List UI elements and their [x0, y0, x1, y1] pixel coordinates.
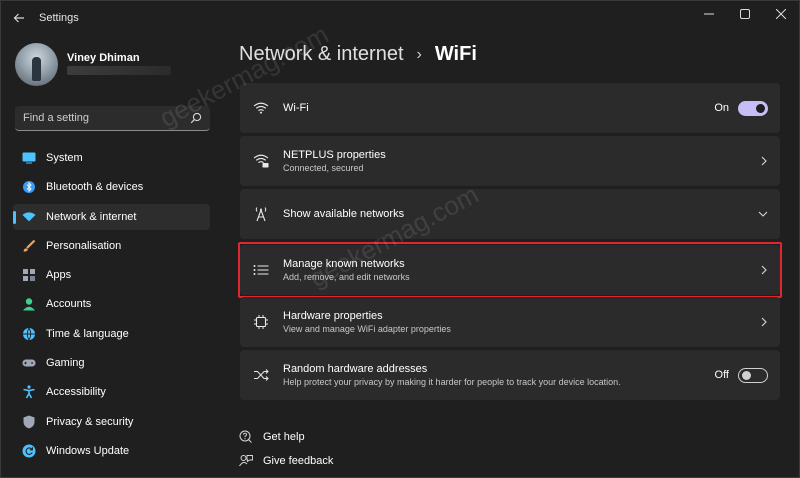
- profile-name: Viney Dhiman: [67, 51, 140, 64]
- wifi-toggle[interactable]: [738, 100, 768, 116]
- close-icon: [776, 9, 786, 19]
- sidebar-item-accounts[interactable]: Accounts: [13, 291, 210, 317]
- sidebar-item-label: System: [46, 152, 83, 164]
- hardware-subtitle: View and manage WiFi adapter properties: [283, 324, 451, 334]
- brush-icon: [22, 239, 36, 253]
- get-help-link[interactable]: Get help: [239, 427, 333, 447]
- gamepad-icon: [22, 356, 36, 370]
- avatar: [15, 43, 58, 86]
- user-profile[interactable]: Viney Dhiman: [15, 43, 140, 86]
- random-hardware-addresses-card[interactable]: Random hardware addresses Help protect y…: [240, 350, 780, 400]
- minimize-icon: [704, 13, 714, 15]
- profile-email-redacted: [67, 66, 171, 75]
- apps-icon: [22, 268, 36, 282]
- close-button[interactable]: [763, 1, 799, 27]
- title-bar: Settings: [1, 1, 799, 35]
- sidebar-item-personalisation[interactable]: Personalisation: [13, 233, 210, 259]
- get-help-label: Get help: [263, 431, 305, 443]
- antenna-icon: [252, 205, 270, 223]
- random-hw-title: Random hardware addresses: [283, 363, 428, 375]
- netplus-properties-card[interactable]: NETPLUS properties Connected, secured: [240, 136, 780, 186]
- sidebar-item-privacy[interactable]: Privacy & security: [13, 409, 210, 435]
- shield-icon: [22, 415, 36, 429]
- give-feedback-label: Give feedback: [263, 455, 334, 467]
- hardware-properties-card[interactable]: Hardware properties View and manage WiFi…: [240, 297, 780, 347]
- random-hw-toggle[interactable]: [738, 367, 768, 383]
- random-hw-subtitle: Help protect your privacy by making it h…: [283, 377, 621, 387]
- sidebar-item-label: Privacy & security: [46, 415, 134, 428]
- help-links: Get help Give feedback: [239, 427, 333, 475]
- system-icon: [22, 151, 36, 165]
- sidebar-item-label: Gaming: [46, 357, 85, 370]
- show-available-networks-card[interactable]: Show available networks: [240, 189, 780, 239]
- sidebar-item-label: Bluetooth & devices: [46, 181, 144, 194]
- bluetooth-icon: [22, 180, 36, 194]
- settings-window: Settings Viney Dhiman Find a setting Sys…: [0, 0, 800, 478]
- maximize-button[interactable]: [727, 1, 763, 27]
- sidebar-item-system[interactable]: System: [13, 145, 210, 171]
- page-title: WiFi: [434, 43, 477, 65]
- accounts-icon: [22, 297, 36, 311]
- netplus-status: Connected, secured: [283, 163, 364, 173]
- accessibility-icon: [22, 385, 36, 399]
- sidebar-item-label: Personalisation: [46, 239, 122, 252]
- chevron-right-icon: [761, 317, 767, 327]
- random-hw-toggle-label: Off: [714, 369, 729, 381]
- netplus-title: NETPLUS properties: [283, 149, 386, 161]
- wifi-secured-icon: [252, 152, 270, 170]
- wifi-icon: [22, 210, 36, 224]
- feedback-icon: [239, 454, 253, 468]
- back-button[interactable]: [1, 1, 37, 35]
- back-arrow-icon: [13, 13, 24, 23]
- sidebar-item-bluetooth[interactable]: Bluetooth & devices: [13, 174, 210, 200]
- shuffle-icon: [252, 366, 270, 384]
- help-icon: [239, 430, 253, 444]
- sidebar-item-time-language[interactable]: Time & language: [13, 321, 210, 347]
- sidebar-item-label: Accessibility: [46, 386, 106, 399]
- sidebar-item-gaming[interactable]: Gaming: [13, 350, 210, 376]
- show-networks-title: Show available networks: [283, 208, 405, 220]
- globe-icon: [22, 327, 36, 341]
- wifi-card[interactable]: Wi-Fi On: [240, 83, 780, 133]
- sidebar-item-windows-update[interactable]: Windows Update: [13, 438, 210, 464]
- sidebar-nav: System Bluetooth & devices Network & int…: [13, 145, 210, 467]
- sidebar-item-label: Apps: [46, 269, 72, 282]
- minimize-button[interactable]: [691, 1, 727, 27]
- sidebar-item-label: Windows Update: [46, 444, 130, 457]
- sidebar-item-label: Accounts: [46, 298, 92, 311]
- sidebar-item-label: Network & internet: [46, 210, 137, 223]
- give-feedback-link[interactable]: Give feedback: [239, 451, 333, 471]
- sidebar-item-accessibility[interactable]: Accessibility: [13, 379, 210, 405]
- list-icon: [252, 261, 270, 279]
- hardware-title: Hardware properties: [283, 310, 383, 322]
- window-controls: [691, 1, 799, 27]
- chip-icon: [252, 313, 270, 331]
- chevron-right-icon: [761, 156, 767, 166]
- wifi-outline-icon: [252, 99, 270, 117]
- breadcrumb-separator: ›: [416, 45, 422, 63]
- sidebar-item-network[interactable]: Network & internet: [13, 203, 210, 230]
- chevron-right-icon: [761, 265, 767, 275]
- sidebar-item-label: Time & language: [46, 327, 129, 340]
- app-title: Settings: [39, 12, 79, 24]
- maximize-icon: [740, 9, 750, 19]
- update-icon: [22, 444, 36, 458]
- sidebar-item-apps[interactable]: Apps: [13, 262, 210, 288]
- wifi-toggle-label: On: [714, 102, 729, 114]
- wifi-card-title: Wi-Fi: [283, 102, 309, 114]
- chevron-down-icon: [758, 211, 768, 217]
